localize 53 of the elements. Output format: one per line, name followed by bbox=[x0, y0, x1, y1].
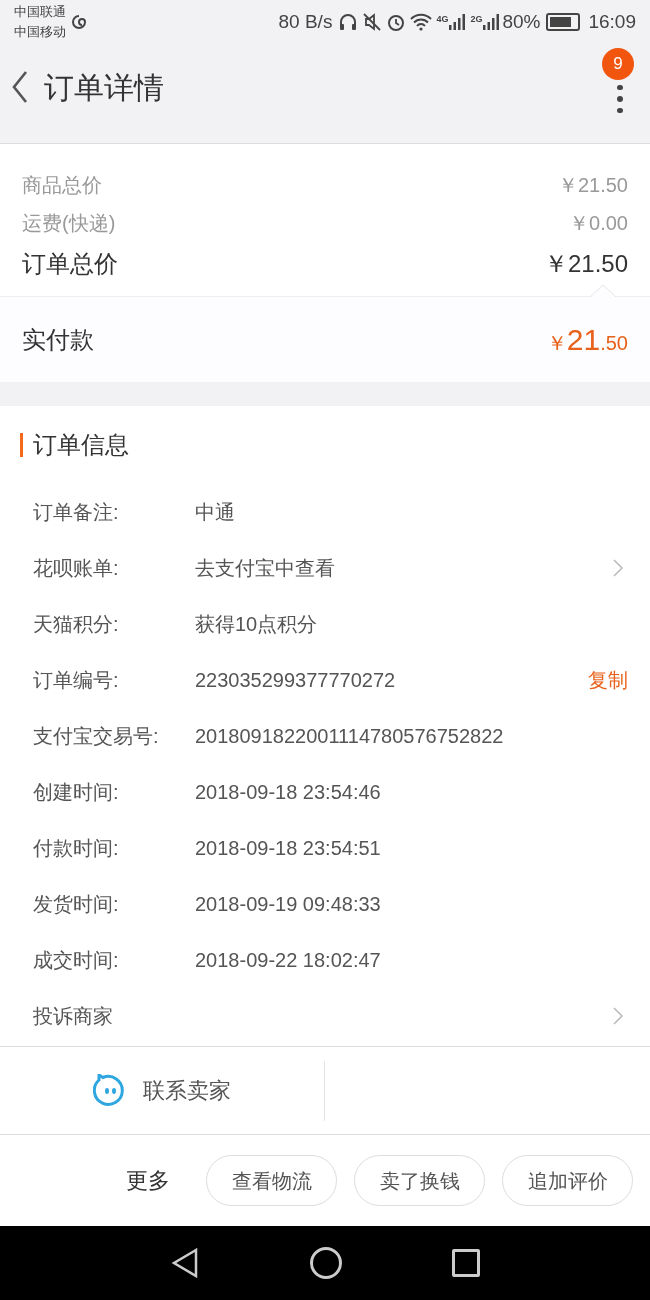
more-label: 更多 bbox=[126, 1167, 170, 1195]
info-label: 花呗账单: bbox=[33, 556, 120, 581]
price-label: 订单总价 bbox=[22, 249, 118, 279]
info-value: 2018-09-19 09:48:33 bbox=[195, 892, 382, 917]
notification-badge: 9 bbox=[602, 48, 634, 80]
info-value: 2018-09-18 23:54:51 bbox=[195, 836, 382, 861]
page-title: 订单详情 bbox=[44, 69, 164, 106]
info-label: 发货时间: bbox=[33, 892, 120, 917]
section-title: 订单信息 bbox=[33, 430, 129, 460]
chevron-right-icon bbox=[612, 1006, 624, 1026]
info-label: 订单备注: bbox=[33, 500, 120, 525]
info-label: 天猫积分: bbox=[33, 612, 120, 637]
home-nav-button[interactable] bbox=[310, 1247, 342, 1279]
section-marker bbox=[20, 433, 23, 457]
price-label: 运费(快递) bbox=[22, 211, 116, 236]
network-speed: 80 B/s bbox=[278, 9, 333, 34]
recents-nav-button[interactable] bbox=[452, 1249, 480, 1277]
info-value: 中通 bbox=[195, 500, 236, 525]
info-value: 223035299377770272 bbox=[195, 668, 397, 693]
battery-percent: 80% bbox=[502, 9, 541, 34]
info-value: 获得10点积分 bbox=[195, 612, 319, 637]
network-type: 4G bbox=[436, 14, 449, 24]
info-label: 投诉商家 bbox=[33, 1004, 114, 1029]
swirl-icon bbox=[70, 13, 88, 31]
back-nav-button[interactable] bbox=[170, 1247, 200, 1279]
info-label: 订单编号: bbox=[33, 668, 120, 693]
paid-amount: ￥21.50 bbox=[546, 322, 628, 358]
signal-icon bbox=[448, 14, 467, 30]
signal-icon bbox=[482, 14, 501, 30]
info-value: 去支付宝中查看 bbox=[195, 556, 336, 581]
chevron-right-icon bbox=[612, 558, 624, 578]
paid-label: 实付款 bbox=[22, 324, 94, 355]
price-label: 商品总价 bbox=[22, 173, 102, 198]
alarm-icon bbox=[386, 12, 407, 32]
info-value: 2018-09-22 18:02:47 bbox=[195, 948, 382, 973]
price-value: ￥21.50 bbox=[557, 173, 628, 198]
carrier-name: 中国联通 bbox=[14, 3, 66, 21]
network-type: 2G bbox=[470, 14, 483, 24]
info-value: 2018-09-18 23:54:46 bbox=[195, 780, 382, 805]
info-label: 创建时间: bbox=[33, 780, 120, 805]
price-value: ￥21.50 bbox=[543, 249, 628, 279]
info-label: 支付宝交易号: bbox=[33, 724, 160, 749]
clock: 16:09 bbox=[588, 9, 636, 34]
info-label: 付款时间: bbox=[33, 836, 120, 861]
chat-face-icon bbox=[93, 1073, 127, 1108]
battery-icon bbox=[546, 13, 581, 31]
info-label: 成交时间: bbox=[33, 948, 120, 973]
info-value: 2018091822001114780576752822 bbox=[195, 724, 505, 749]
price-value: ￥0.00 bbox=[569, 211, 628, 236]
wifi-icon bbox=[410, 13, 433, 31]
carrier-name: 中国移动 bbox=[14, 23, 66, 41]
mute-icon bbox=[362, 12, 383, 32]
headset-icon bbox=[338, 12, 359, 32]
